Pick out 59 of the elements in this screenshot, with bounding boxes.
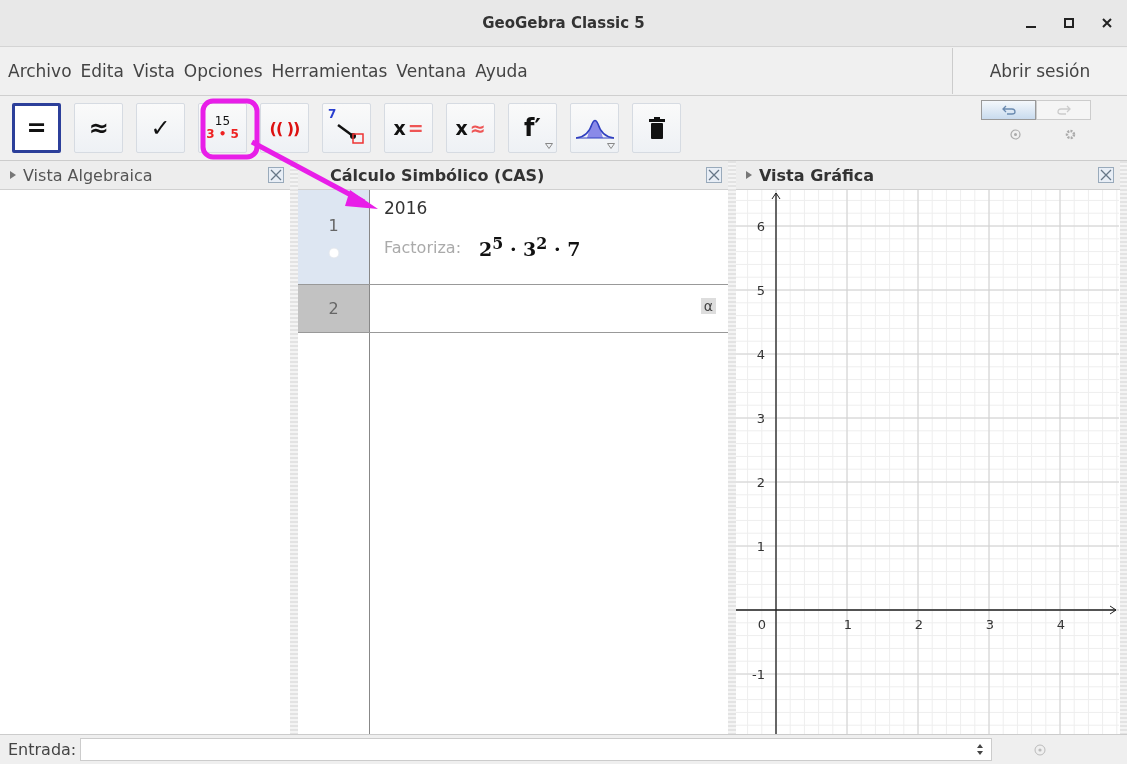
close-view-icon[interactable] (268, 167, 284, 183)
cas-input[interactable]: 2016 (384, 198, 428, 218)
tool-button[interactable] (570, 103, 619, 153)
axis-label: 2 (756, 475, 765, 490)
menu-item[interactable]: Opciones (183, 61, 263, 81)
close-icon[interactable] (1101, 17, 1113, 29)
collapse-caret-icon[interactable] (10, 171, 16, 179)
menu-item[interactable]: Herramientas (271, 61, 388, 81)
axis-label: 4 (756, 347, 765, 362)
help-icon[interactable] (1010, 129, 1021, 140)
row-number-cell[interactable]: 1 (298, 190, 370, 284)
menu-item[interactable]: Archivo (8, 61, 72, 81)
tool-button[interactable]: x= (384, 103, 433, 153)
trash-icon (648, 117, 665, 139)
menu-item[interactable]: Ayuda (475, 61, 528, 81)
collapse-caret-icon[interactable] (746, 171, 752, 179)
undo-icon (1001, 105, 1016, 115)
input-label: Entrada: (8, 740, 77, 759)
undo-button[interactable] (981, 100, 1036, 120)
axis-label: 5 (756, 283, 765, 298)
output-label: Factoriza: (384, 237, 461, 257)
view-title: Cálculo Simbólico (CAS) (329, 165, 546, 185)
output-value: 2$^{5}$ · 3$^{2}$ · 7 (479, 234, 581, 261)
highlight-frame (200, 98, 260, 160)
view-title: Vista Gráfica (759, 165, 876, 185)
tool-button[interactable]: ≈ (74, 103, 123, 153)
dropdown-triangle-icon[interactable] (607, 143, 615, 149)
dropdown-triangle-icon[interactable] (545, 143, 553, 149)
axis-label: -1 (752, 667, 765, 682)
close-view-icon[interactable] (706, 167, 722, 183)
axis-label: 4 (1056, 617, 1066, 632)
window-title: GeoGebra Classic 5 (482, 14, 645, 32)
menu-item[interactable]: Vista (132, 61, 175, 81)
menu-item[interactable]: Ventana (396, 61, 467, 81)
symbol-keyboard-button[interactable]: α (700, 298, 716, 314)
axis-label: 3 (985, 617, 995, 632)
settings-icon[interactable] (1065, 129, 1076, 140)
output-toggle-icon[interactable] (327, 246, 340, 259)
history-spinner-icon[interactable] (977, 744, 984, 755)
axis-label: 0 (757, 617, 767, 632)
axis-label: 1 (843, 617, 853, 632)
tool-button[interactable]: = (12, 103, 61, 153)
axis-label: 2 (914, 617, 924, 632)
graphing-canvas[interactable]: 0 1 2 3 4 6 5 4 3 2 1 -1 (736, 190, 1119, 737)
tool-button[interactable] (632, 103, 681, 153)
tool-button[interactable]: ✓ (136, 103, 185, 153)
axis-label: 3 (756, 411, 765, 426)
menu-item[interactable]: Edita (80, 61, 124, 81)
axis-label: 1 (756, 539, 765, 554)
input-field[interactable] (80, 738, 993, 761)
tool-button[interactable]: f′ (508, 103, 557, 153)
maximize-icon[interactable] (1063, 17, 1075, 29)
tool-button[interactable]: 7 (322, 103, 371, 153)
tool-button[interactable]: (( )) (260, 103, 309, 153)
axis-label: 6 (756, 219, 765, 234)
redo-icon (1056, 105, 1071, 115)
tool-button[interactable]: x≈ (446, 103, 495, 153)
view-title: Vista Algebraica (23, 165, 154, 185)
close-view-icon[interactable] (1098, 167, 1114, 183)
